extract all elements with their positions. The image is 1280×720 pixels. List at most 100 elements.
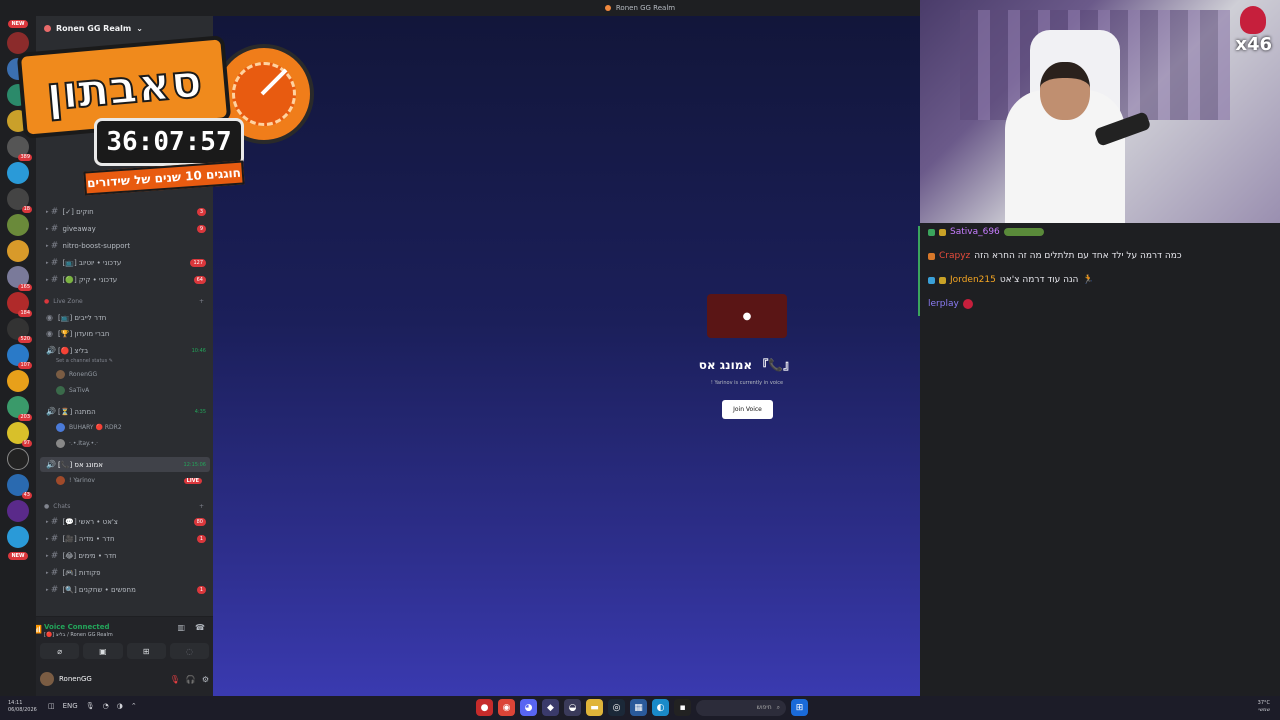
edge-icon[interactable]: ◐ [652,699,669,716]
store-icon[interactable]: ▦ [630,699,647,716]
chat-user: lerplay [928,299,959,309]
add-channel-icon[interactable]: + [199,298,204,305]
clock[interactable]: 14:11 06/08/2026 [8,700,37,714]
windows-taskbar: 14:11 06/08/2026 ◫ ENG 🎙 ◔ ◑ ⌃ ● ◉ ◕ ◆ ◒… [0,696,1280,720]
server-icon-9[interactable] [7,240,29,262]
server-icon-20[interactable] [7,526,29,548]
join-voice-button[interactable]: Join Voice [722,400,773,419]
voice-connected-label[interactable]: Voice Connected [44,623,110,631]
hash-icon: # [50,533,59,544]
voice-channel-blitz[interactable]: 🔊 [🔴] בליצ 10:46 [40,343,210,358]
channel-kick-updates[interactable]: ▸ # [🟢] עדכוני • קיק 64 [40,272,210,287]
chrome-icon[interactable]: ◉ [498,699,515,716]
server-icon-14[interactable] [7,370,29,392]
voice-user[interactable]: ! Yarinov LIVE [56,476,206,485]
channel-commands[interactable]: ▸ # [🎮] פקודות [40,565,210,580]
avatar[interactable] [40,672,54,686]
banner-text: חוגגים 10 שנים של שידורים [86,165,242,191]
activities-button[interactable]: ⊞ [126,643,166,659]
screen-share-button[interactable]: ▣ [83,643,123,659]
terminal-icon[interactable]: ▪ [674,699,691,716]
server-icon-11[interactable]: 184 [7,292,32,317]
channel-media[interactable]: ▸ # [🎥] חדר • מדיה 1 [40,531,210,546]
noise-suppression-icon[interactable]: ▥ [177,623,185,632]
server-icon-17[interactable] [7,448,29,470]
soundboard-button[interactable]: ◌ [169,643,209,659]
emote-icon [1003,228,1044,236]
stream-preview[interactable]: ● [707,294,787,338]
voice-user[interactable]: ·.•.Itay.•.· [56,439,206,448]
new-badge-top: NEW [8,20,28,28]
mic-icon[interactable]: 🎙 [86,702,95,710]
network-icon[interactable]: ◔ [103,702,109,710]
channel-rules[interactable]: ▸ # [✓] חוקים 3 [40,204,210,219]
voice-connected-channel[interactable]: [🔴] בליצ / Ronen GG Realm [44,632,113,638]
clock-time: 14:11 [8,700,23,706]
voice-channel-waiting[interactable]: 🔊 [⏳] המתנה 4:35 [40,404,210,419]
server-icon-15[interactable]: 203 [7,396,32,421]
trophy-icon [1240,6,1266,34]
disconnect-icon[interactable]: ☎ [195,623,205,632]
category-live-zone[interactable]: ● Live Zone + [44,298,204,305]
server-icon-18[interactable]: 43 [7,474,32,499]
headphones-deafened-icon[interactable]: 🎧 [186,675,196,684]
badge-icon [939,276,946,284]
server-count: 18 [21,206,32,213]
channel-lives-room[interactable]: ◉ [📺] חדר לייבים [40,310,210,325]
user-name[interactable]: RonenGG [59,675,92,683]
channel-name: [🔴] בליצ [58,346,89,355]
channel-giveaway[interactable]: ▸ # giveaway 9 [40,221,210,236]
channel-name: [📺] חדר לייבים [58,313,107,322]
channel-youtube-updates[interactable]: ▸ # [📺] עדכוני • יוטיוב 127 [40,255,210,270]
channel-main-chat[interactable]: ▸ # [💬] צ'אט • ראשי 80 [40,514,210,529]
gamepad-icon[interactable]: ◆ [542,699,559,716]
voice-user[interactable]: BUHARY 🔴 RDR2 [56,423,206,432]
hash-icon: # [50,274,59,285]
notification-icon[interactable]: ◫ [48,702,55,710]
channel-name: [🎥] חדר • מדיה [62,534,115,543]
gear-icon[interactable]: ⚙ [202,675,209,684]
mention-badge: 80 [193,517,206,526]
mic-muted-icon[interactable]: 🎙 [170,675,180,684]
camera-off-button[interactable]: ⌀ [40,643,80,659]
chevron-up-icon[interactable]: ⌃ [131,702,137,710]
server-icon-10[interactable]: 165 [7,266,32,291]
server-icon-16[interactable]: 97 [7,422,32,447]
server-icon-19[interactable] [7,500,29,522]
hash-icon: # [50,206,59,217]
channel-name: [🔍] מחפשים • שחקנים [62,585,136,594]
server-icon-12[interactable]: 520 [7,318,32,343]
window-title: Ronen GG Realm [615,4,676,12]
category-name: Chats [53,503,71,510]
voice-user[interactable]: SaTivA [56,386,206,395]
steam-icon[interactable]: ◎ [608,699,625,716]
server-icon-8[interactable] [7,214,29,236]
discord-icon[interactable]: ◕ [520,699,537,716]
app-red-icon[interactable]: ● [476,699,493,716]
server-icon-13[interactable]: 107 [7,344,32,369]
lang-indicator[interactable]: ENG [63,702,78,710]
folder-icon[interactable]: ▬ [586,699,603,716]
headset-icon[interactable]: ◒ [564,699,581,716]
channel-club-members[interactable]: ◉ [🏆] חברי מועדון [40,326,210,341]
weather-widget[interactable]: 37°C שמשי [1258,700,1270,714]
taskbar-search[interactable]: חיפוש ⌕ [696,699,786,716]
server-count: 184 [18,310,32,317]
channel-memes[interactable]: ▸ # [😂] חדר • מימים [40,548,210,563]
volume-icon[interactable]: ◑ [117,702,123,710]
server-count: 43 [21,492,32,499]
chat-user: Sativa_696 [950,227,1000,237]
voice-user-name: SaTivA [69,387,90,394]
add-channel-icon[interactable]: + [199,503,204,510]
voice-user[interactable]: RonenGG [56,370,206,379]
channel-status[interactable]: Set a channel status ✎ [56,358,113,364]
voice-channel-among-us[interactable]: 🔊 [📞] אמונג אס 12:15:06 [40,457,210,472]
new-badge-bottom: NEW [8,552,28,560]
channel-looking-for-players[interactable]: ▸ # [🔍] מחפשים • שחקנים 1 [40,582,210,597]
subathon-word: סאבתון [43,52,205,121]
channel-nitro-boost-support[interactable]: ▸ # nitro-boost-support [40,238,210,253]
category-chats[interactable]: ● Chats + [44,503,204,510]
windows-start-icon[interactable]: ⊞ [791,699,808,716]
gift-counter: x46 [1235,34,1272,55]
server-count: 97 [21,440,32,447]
